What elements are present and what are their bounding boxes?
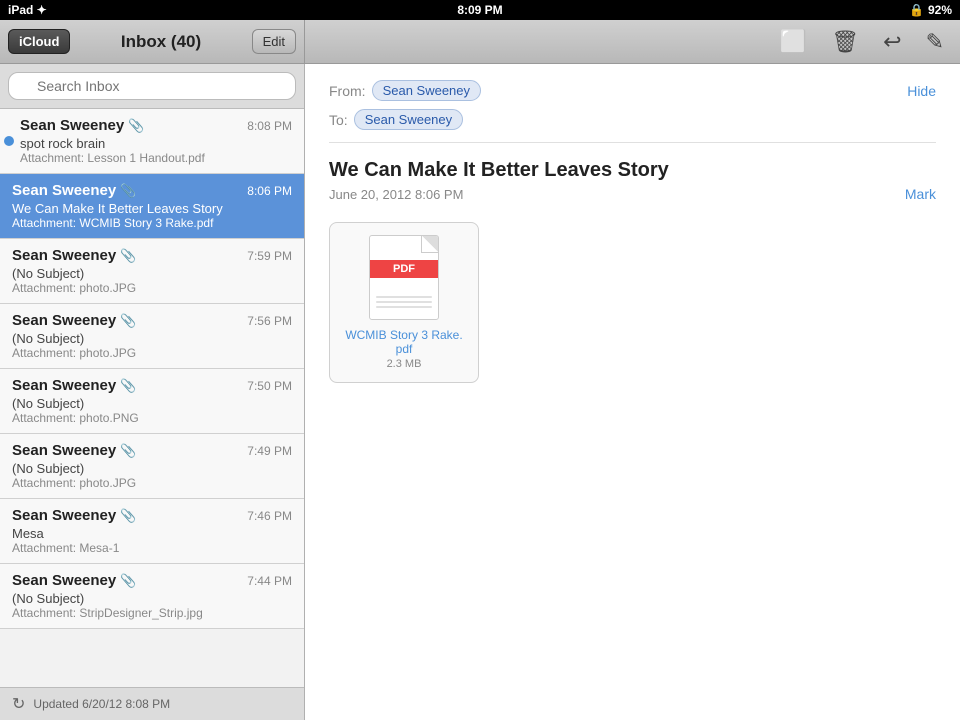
list-item[interactable]: Sean Sweeney 📎 7:59 PM (No Subject) Atta… [0,239,304,304]
mail-preview: Attachment: Lesson 1 Handout.pdf [20,151,292,165]
attachment-card[interactable]: PDF WCMIB Story 3 Rake.pdf 2.3 MB [329,222,479,383]
list-item[interactable]: Sean Sweeney 📎 7:56 PM (No Subject) Atta… [0,304,304,369]
inbox-title: Inbox (40) [78,32,243,52]
mail-subject: (No Subject) [12,396,292,411]
mail-time: 8:08 PM [247,119,292,133]
compose-icon[interactable]: ⬜ [780,29,807,55]
email-subject: We Can Make It Better Leaves Story [329,159,936,182]
list-item[interactable]: Sean Sweeney 📎 8:06 PM We Can Make It Be… [0,174,304,239]
attachment-icon: 📎 [120,443,136,459]
mail-list: Sean Sweeney 📎 8:08 PM spot rock brain A… [0,109,304,687]
attachment-icon: 📎 [120,508,136,524]
list-item[interactable]: Sean Sweeney 📎 7:50 PM (No Subject) Atta… [0,369,304,434]
list-item[interactable]: Sean Sweeney 📎 7:44 PM (No Subject) Atta… [0,564,304,629]
list-item[interactable]: Sean Sweeney 📎 8:08 PM spot rock brain A… [0,109,304,174]
mail-subject: We Can Make It Better Leaves Story [12,201,292,216]
status-left: iPad ✦ [8,3,47,17]
toolbar: iCloud Inbox (40) Edit ⬜ 🗑 ↩ ✎ [0,20,960,64]
list-item[interactable]: Sean Sweeney 📎 7:46 PM Mesa Attachment: … [0,499,304,564]
pdf-lines [376,296,432,311]
mail-subject: (No Subject) [12,461,292,476]
app: iCloud Inbox (40) Edit ⬜ 🗑 ↩ ✎ 🔍 [0,20,960,720]
battery-level: 92% [928,3,952,17]
mail-preview: Attachment: photo.JPG [12,476,292,490]
sender-name: Sean Sweeney 📎 [12,572,136,589]
email-date-row: June 20, 2012 8:06 PM Mark [329,186,936,202]
attachment-name: WCMIB Story 3 Rake.pdf [342,328,466,356]
sidebar: 🔍 Sean Sweeney 📎 8:08 PM spot rock b [0,64,305,720]
sender-name: Sean Sweeney 📎 [12,507,136,524]
hide-link[interactable]: Hide [907,83,936,99]
status-time: 8:09 PM [457,3,502,17]
mail-subject: (No Subject) [12,266,292,281]
mail-time: 7:49 PM [247,444,292,458]
mail-preview: Attachment: WCMIB Story 3 Rake.pdf [12,216,292,230]
sender-name: Sean Sweeney 📎 [12,377,136,394]
attachment-size: 2.3 MB [342,358,466,370]
mail-subject: spot rock brain [20,136,292,151]
sidebar-footer: ↻ Updated 6/20/12 8:08 PM [0,687,304,720]
reply-icon[interactable]: ↩ [883,29,901,55]
mail-preview: Attachment: photo.JPG [12,281,292,295]
mail-preview: Attachment: photo.JPG [12,346,292,360]
edit-button[interactable]: Edit [252,29,296,54]
mail-subject: (No Subject) [12,331,292,346]
mail-time: 8:06 PM [247,184,292,198]
mail-preview: Attachment: photo.PNG [12,411,292,425]
sender-name: Sean Sweeney 📎 [12,442,136,459]
new-message-icon[interactable]: ✎ [926,29,944,55]
mail-subject: (No Subject) [12,591,292,606]
attachment-icon: 📎 [128,118,144,134]
to-label: To: [329,112,348,128]
from-sender-pill[interactable]: Sean Sweeney [372,80,481,101]
to-row: To: Sean Sweeney [329,109,936,130]
sender-name: Sean Sweeney 📎 [12,312,136,329]
sender-name: Sean Sweeney 📎 [20,117,144,134]
mail-time: 7:59 PM [247,249,292,263]
email-date: June 20, 2012 8:06 PM [329,187,463,202]
trash-icon[interactable]: 🗑 [831,29,859,55]
attachment-icon: 📎 [120,573,136,589]
status-bar: iPad ✦ 8:09 PM 🔒 92% [0,0,960,20]
from-label: From: [329,83,366,99]
content: 🔍 Sean Sweeney 📎 8:08 PM spot rock b [0,64,960,720]
mail-time: 7:50 PM [247,379,292,393]
pdf-page: PDF [369,235,439,320]
update-text: Updated 6/20/12 8:08 PM [33,697,170,711]
attachment-icon: 📎 [120,378,136,394]
icloud-button[interactable]: iCloud [8,29,70,54]
mail-preview: Attachment: StripDesigner_Strip.jpg [12,606,292,620]
mail-subject: Mesa [12,526,292,541]
sidebar-toolbar: iCloud Inbox (40) Edit [0,20,305,64]
attachment-area: PDF WCMIB Story 3 Rake.pdf 2.3 MB [329,222,936,383]
mail-time: 7:56 PM [247,314,292,328]
pdf-icon: PDF [369,235,439,320]
refresh-icon[interactable]: ↻ [12,694,25,714]
mark-link[interactable]: Mark [905,186,936,202]
detail-panel: From: Sean Sweeney Hide To: Sean Sweeney… [305,64,960,720]
email-header: From: Sean Sweeney Hide To: Sean Sweeney [329,80,936,143]
status-right: 🔒 92% [909,3,952,17]
unread-dot [4,136,14,146]
to-recipient-pill[interactable]: Sean Sweeney [354,109,463,130]
attachment-icon: 📎 [120,183,136,199]
search-bar: 🔍 [0,64,304,109]
sender-name: Sean Sweeney 📎 [12,247,136,264]
lock-icon: 🔒 [909,3,924,17]
detail-toolbar: ⬜ 🗑 ↩ ✎ [305,20,960,64]
pdf-type-label: PDF [370,260,438,278]
search-input[interactable] [8,72,296,100]
mail-preview: Attachment: Mesa-1 [12,541,292,555]
attachment-icon: 📎 [120,313,136,329]
network-icon: iPad ✦ [8,3,47,17]
from-row: From: Sean Sweeney Hide [329,80,936,101]
sender-name: Sean Sweeney 📎 [12,182,136,199]
mail-time: 7:46 PM [247,509,292,523]
attachment-icon: 📎 [120,248,136,264]
mail-time: 7:44 PM [247,574,292,588]
list-item[interactable]: Sean Sweeney 📎 7:49 PM (No Subject) Atta… [0,434,304,499]
